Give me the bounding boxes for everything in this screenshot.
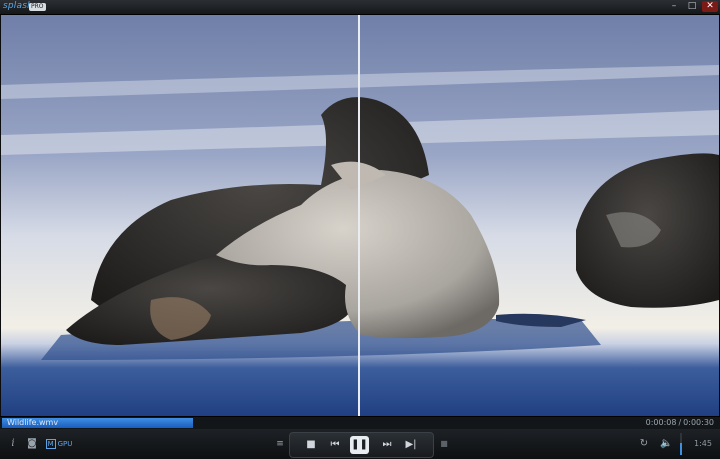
equalizer-icon[interactable]: ≡ — [274, 438, 286, 450]
transport-controls: ■ ⏮ ❚❚ ⏭ ▶| — [289, 432, 434, 458]
camera-icon[interactable]: ◙ — [25, 438, 39, 450]
gpu-label: GPU — [57, 440, 73, 448]
close-button[interactable]: ✕ — [702, 1, 718, 12]
window-controls: – □ ✕ — [666, 1, 718, 13]
volume-slider[interactable] — [677, 433, 685, 455]
time-separator: / — [678, 418, 682, 427]
stop-button[interactable]: ■ — [302, 438, 320, 452]
next-button[interactable]: ⏭ — [378, 438, 396, 452]
info-icon[interactable]: i — [8, 438, 18, 450]
volume-icon[interactable]: 🔈 — [660, 438, 672, 450]
total-time: 0:00:30 — [683, 418, 714, 427]
gpu-toggle[interactable]: M GPU — [45, 438, 73, 450]
playlist-icon[interactable]: ■ — [439, 438, 449, 450]
title-bar: splash PRO – □ ✕ — [0, 0, 720, 15]
minimize-button[interactable]: – — [666, 1, 682, 12]
elapsed-time: 0:00:08 — [645, 418, 677, 427]
control-bar: i ◙ M GPU ≡ ■ ⏮ ❚❚ ⏭ ▶| ■ ↻ 🔈 1:45 — [0, 429, 720, 459]
gpu-mode-letter: M — [45, 439, 56, 449]
time-display: 0:00:08/0:00:30 — [646, 418, 714, 428]
seek-bar[interactable]: Wildlife.wmv 0:00:08/0:00:30 — [0, 416, 720, 429]
video-frame-image — [1, 15, 719, 416]
edition-badge: PRO — [29, 3, 46, 11]
previous-button[interactable]: ⏮ — [326, 438, 344, 452]
video-display[interactable] — [1, 15, 719, 416]
clock: 1:45 — [694, 439, 712, 448]
volume-level — [680, 443, 682, 455]
file-name: Wildlife.wmv — [7, 418, 59, 427]
maximize-button[interactable]: □ — [684, 1, 700, 12]
frame-step-button[interactable]: ▶| — [402, 438, 420, 452]
repeat-icon[interactable]: ↻ — [638, 438, 650, 450]
pause-button[interactable]: ❚❚ — [350, 436, 369, 454]
